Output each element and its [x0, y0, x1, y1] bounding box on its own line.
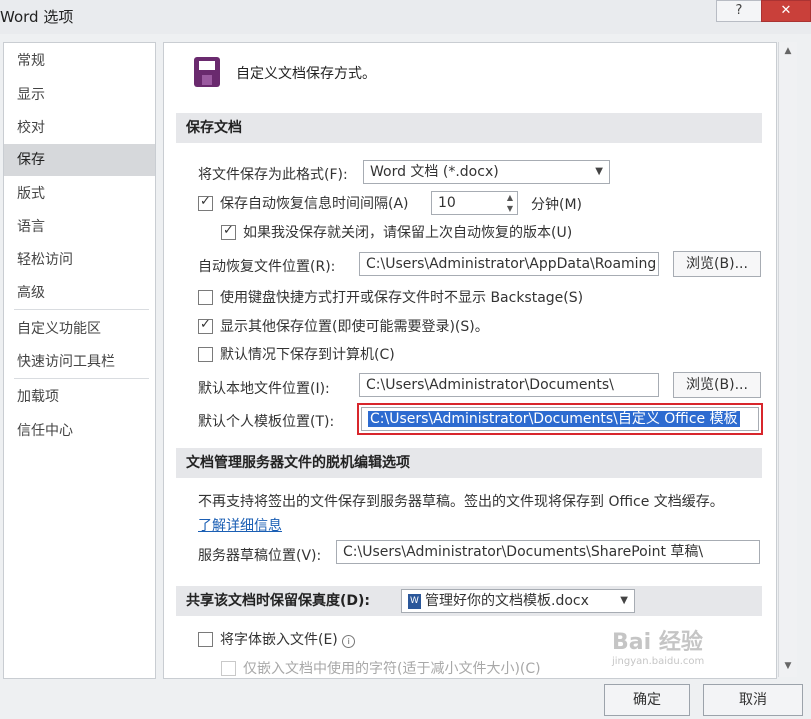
nav-item-layout[interactable]: 版式	[4, 178, 155, 210]
title-bar: Word 选项 ? ✕	[0, 0, 811, 34]
window-title: Word 选项	[0, 8, 74, 26]
chevron-down-icon: ▼	[620, 595, 628, 606]
nav-item-general[interactable]: 常规	[4, 45, 155, 77]
keep-last-version-label: 如果我没保存就关闭，请保留上次自动恢复的版本(U)	[243, 225, 573, 241]
nav-item-trust-center[interactable]: 信任中心	[4, 415, 155, 447]
nav-item-accessibility[interactable]: 轻松访问	[4, 244, 155, 276]
autorecover-location-label: 自动恢复文件位置(R):	[198, 259, 336, 275]
format-label: 将文件保存为此格式(F):	[198, 167, 348, 183]
template-location-value: C:\Users\Administrator\Documents\自定义 Off…	[368, 411, 740, 427]
embed-used-chars-label: 仅嵌入文档中使用的字符(适于减小文件大小)(C)	[243, 661, 541, 677]
embed-fonts-label: 将字体嵌入文件(E) i	[220, 629, 356, 649]
options-nav: 常规 显示 校对 保存 版式 语言 轻松访问 高级 自定义功能区 快速访问工具栏…	[3, 42, 156, 679]
nav-item-addins[interactable]: 加载项	[4, 381, 155, 413]
floppy-disk-icon	[194, 57, 220, 87]
scroll-up-icon[interactable]: ▲	[781, 44, 795, 58]
spin-arrows-icon[interactable]: ▲ ▼	[503, 192, 517, 214]
show-other-locations-checkbox[interactable]	[198, 317, 213, 334]
backstage-checkbox[interactable]	[198, 290, 213, 305]
browse-autorecover-button[interactable]: 浏览(B)...	[673, 251, 761, 277]
chevron-down-icon: ▼	[595, 166, 603, 177]
help-button[interactable]: ?	[716, 0, 762, 22]
local-location-label: 默认本地文件位置(I):	[198, 381, 330, 397]
ok-button[interactable]: 确定	[604, 684, 690, 716]
nav-item-quick-access-toolbar[interactable]: 快速访问工具栏	[4, 346, 155, 378]
offline-notice: 不再支持将签出的文件保存到服务器草稿。签出的文件现将保存到 Office 文档缓…	[198, 494, 724, 510]
word-document-icon: W	[408, 593, 421, 609]
save-to-computer-label: 默认情况下保存到计算机(C)	[220, 347, 395, 363]
nav-item-display[interactable]: 显示	[4, 79, 155, 111]
close-button[interactable]: ✕	[761, 0, 811, 22]
cancel-button[interactable]: 取消	[703, 684, 803, 716]
server-drafts-input[interactable]: C:\Users\Administrator\Documents\SharePo…	[336, 540, 760, 564]
template-location-label: 默认个人模板位置(T):	[198, 414, 335, 430]
embed-fonts-checkbox[interactable]	[198, 632, 213, 647]
info-icon: i	[342, 635, 356, 648]
autorecover-minutes-value: 10	[438, 195, 456, 211]
nav-divider	[14, 378, 149, 379]
scroll-down-icon[interactable]: ▼	[781, 659, 795, 673]
nav-item-language[interactable]: 语言	[4, 211, 155, 243]
fidelity-document-dropdown[interactable]: W 管理好你的文档模板.docx ▼	[401, 589, 635, 613]
watermark: Bai 经验 jingyan.baidu.com	[612, 630, 705, 667]
keep-last-version-checkbox[interactable]	[221, 223, 236, 240]
save-options-panel: 自定义文档保存方式。 保存文档 将文件保存为此格式(F): Word 文档 (*…	[163, 42, 777, 679]
fidelity-document-value: 管理好你的文档模板.docx	[425, 593, 589, 609]
autorecover-checkbox[interactable]	[198, 194, 213, 211]
section-header-offline-editing: 文档管理服务器文件的脱机编辑选项	[176, 448, 762, 478]
save-to-computer-checkbox[interactable]	[198, 347, 213, 362]
options-scrollbar[interactable]: ▲ ▼	[778, 42, 797, 677]
server-drafts-label: 服务器草稿位置(V):	[198, 548, 322, 564]
minutes-label: 分钟(M)	[531, 197, 583, 213]
show-other-locations-label: 显示其他保存位置(即使可能需要登录)(S)。	[220, 319, 489, 335]
autorecover-location-input[interactable]: C:\Users\Administrator\AppData\Roaming	[359, 252, 659, 276]
embed-used-chars-checkbox[interactable]	[221, 661, 236, 676]
template-location-input[interactable]: C:\Users\Administrator\Documents\自定义 Off…	[361, 407, 759, 431]
autorecover-minutes-stepper[interactable]: 10 ▲ ▼	[431, 191, 518, 215]
autorecover-label: 保存自动恢复信息时间间隔(A)	[220, 196, 409, 212]
nav-divider	[14, 309, 149, 310]
save-format-value: Word 文档 (*.docx)	[370, 164, 499, 180]
section-header-save-documents: 保存文档	[176, 113, 762, 143]
nav-item-advanced[interactable]: 高级	[4, 277, 155, 309]
save-format-dropdown[interactable]: Word 文档 (*.docx) ▼	[363, 160, 610, 184]
nav-item-proofing[interactable]: 校对	[4, 112, 155, 144]
nav-item-customize-ribbon[interactable]: 自定义功能区	[4, 313, 155, 345]
nav-item-save[interactable]: 保存	[4, 144, 155, 176]
learn-more-link[interactable]: 了解详细信息	[198, 515, 282, 535]
fidelity-label: 共享该文档时保留保真度(D):	[186, 593, 371, 609]
local-location-input[interactable]: C:\Users\Administrator\Documents\	[359, 373, 659, 397]
page-title: 自定义文档保存方式。	[236, 66, 376, 82]
backstage-label: 使用键盘快捷方式打开或保存文件时不显示 Backstage(S)	[220, 290, 584, 306]
browse-local-button[interactable]: 浏览(B)...	[673, 372, 761, 398]
